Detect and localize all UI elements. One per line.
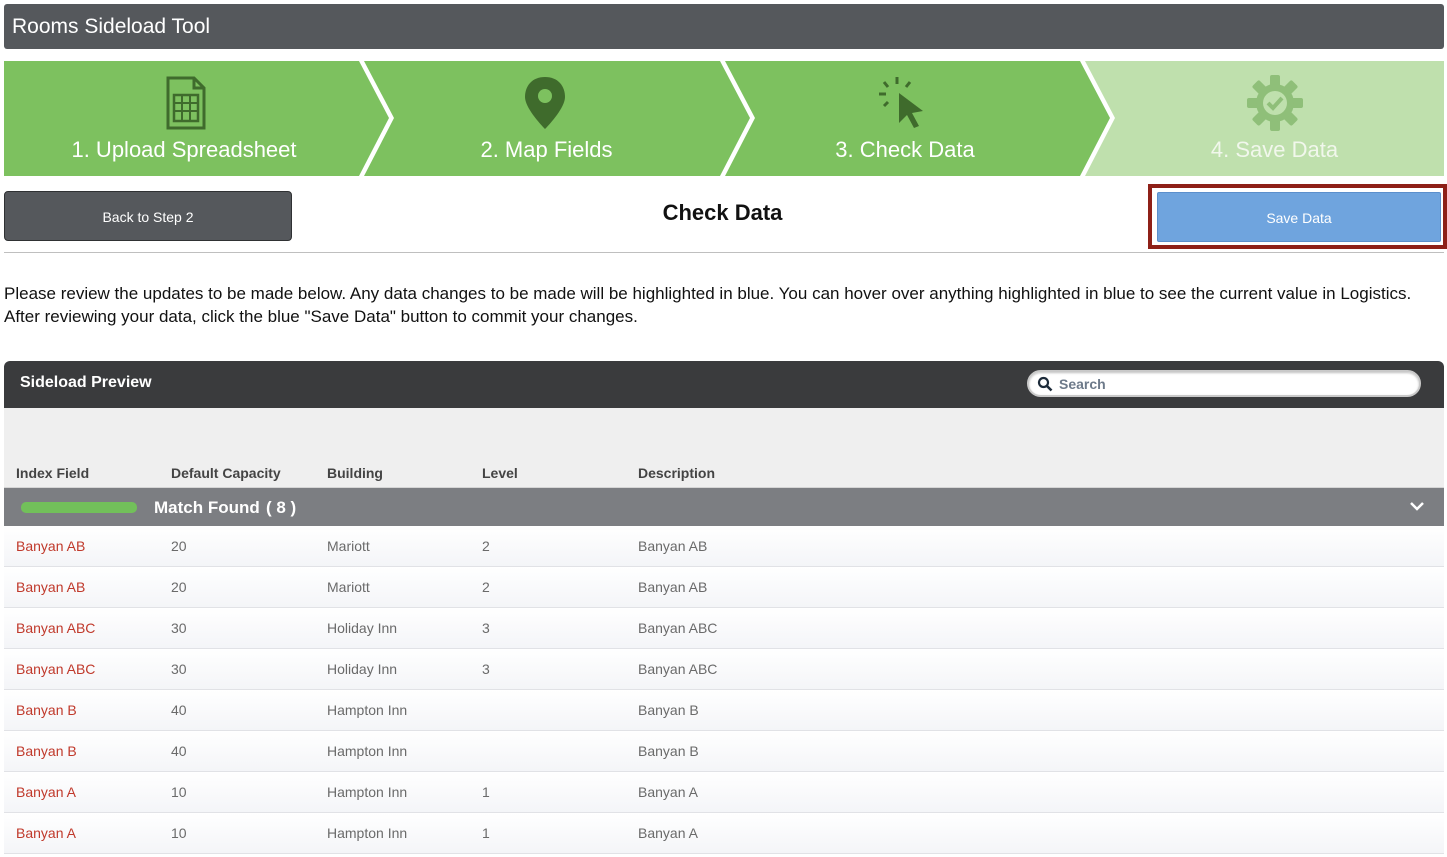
search-input[interactable] [1059, 374, 1409, 394]
step-label: 3. Check Data [835, 137, 975, 162]
cell-default-capacity: 20 [171, 579, 187, 595]
cell-default-capacity: 30 [171, 661, 187, 677]
cell-level: 3 [482, 661, 490, 677]
sideload-preview-grid: Sideload Preview Index Field Default Cap… [4, 361, 1444, 857]
cell-description: Banyan AB [638, 538, 708, 554]
app-title-bar: Rooms Sideload Tool [4, 4, 1444, 49]
cell-building: Mariott [327, 579, 370, 595]
step-map-fields[interactable]: 2. Map Fields [379, 61, 714, 176]
cell-building: Hampton Inn [327, 784, 408, 800]
cell-index-field: Banyan ABC [16, 620, 96, 636]
cell-building: Holiday Inn [327, 661, 398, 677]
table-row[interactable]: Banyan AB 20 Mariott 2 Banyan AB [4, 526, 1444, 567]
table-row[interactable]: Banyan A 10 Hampton Inn 1 Banyan A [4, 813, 1444, 854]
cell-level: 2 [482, 579, 490, 595]
grid-title: Sideload Preview [20, 374, 152, 391]
table-row[interactable]: Banyan AB 20 Mariott 2 Banyan AB [4, 567, 1444, 608]
group-count: ( 8 ) [266, 498, 297, 517]
cell-level: 1 [482, 784, 490, 800]
cell-description: Banyan ABC [638, 620, 718, 636]
cell-index-field: Banyan AB [16, 538, 86, 554]
cell-description: Banyan B [638, 702, 699, 718]
spreadsheet-icon [166, 76, 206, 130]
cell-description: Banyan B [638, 743, 699, 759]
cell-description: Banyan AB [638, 579, 708, 595]
chevron-down-icon[interactable] [1409, 500, 1425, 512]
cell-index-field: Banyan ABC [16, 661, 96, 677]
save-data-button[interactable]: Save Data [1157, 192, 1441, 242]
back-to-step-2-button[interactable]: Back to Step 2 [4, 191, 292, 241]
step-label: 2. Map Fields [480, 137, 613, 162]
table-row[interactable]: Banyan B 40 Hampton Inn Banyan B [4, 690, 1444, 731]
map-pin-icon [525, 77, 565, 129]
search-icon [1037, 376, 1053, 392]
gear-check-icon [1247, 75, 1303, 131]
cell-default-capacity: 10 [171, 784, 187, 800]
cell-building: Hampton Inn [327, 825, 408, 841]
wizard-steps: 1. Upload Spreadsheet 2. Map Fields 3. C… [4, 61, 1444, 176]
cell-index-field: Banyan A [16, 825, 76, 841]
cell-description: Banyan ABC [638, 661, 718, 677]
cell-default-capacity: 40 [171, 702, 187, 718]
column-header-level[interactable]: Level [482, 465, 518, 481]
cell-description: Banyan A [638, 825, 698, 841]
column-header-description[interactable]: Description [638, 465, 715, 481]
grid-header: Sideload Preview [4, 361, 1444, 408]
cell-building: Holiday Inn [327, 620, 398, 636]
cell-building: Mariott [327, 538, 370, 554]
table-row[interactable]: Banyan ABC 30 Holiday Inn 3 Banyan ABC [4, 608, 1444, 649]
column-header-building[interactable]: Building [327, 465, 383, 481]
instructions-text: Please review the updates to be made bel… [4, 284, 1412, 326]
cell-default-capacity: 20 [171, 538, 187, 554]
cell-default-capacity: 40 [171, 743, 187, 759]
column-header-row: Index Field Default Capacity Building Le… [4, 408, 1444, 488]
step-check-data[interactable]: 3. Check Data [740, 61, 1070, 176]
cell-index-field: Banyan B [16, 702, 77, 718]
step-save-data[interactable]: 4. Save Data [1105, 61, 1444, 176]
table-body: Banyan AB 20 Mariott 2 Banyan AB Banyan … [4, 526, 1444, 854]
group-label: Match Found [154, 498, 260, 517]
app-title: Rooms Sideload Tool [12, 15, 211, 38]
step-upload-spreadsheet[interactable]: 1. Upload Spreadsheet [4, 61, 364, 176]
cell-level: 2 [482, 538, 490, 554]
table-row[interactable]: Banyan B 40 Hampton Inn Banyan B [4, 731, 1444, 772]
page-title: Check Data [662, 200, 783, 225]
table-row[interactable]: Banyan A 10 Hampton Inn 1 Banyan A [4, 772, 1444, 813]
step-label: 1. Upload Spreadsheet [71, 137, 297, 162]
search-box[interactable] [1027, 370, 1421, 397]
save-button-highlight: Save Data [1148, 184, 1447, 249]
cell-level: 1 [482, 825, 490, 841]
match-status-bar [21, 502, 137, 513]
column-header-default-capacity[interactable]: Default Capacity [171, 465, 281, 481]
cell-level: 3 [482, 620, 490, 636]
column-header-index-field[interactable]: Index Field [16, 465, 89, 481]
cell-building: Hampton Inn [327, 743, 408, 759]
cell-description: Banyan A [638, 784, 698, 800]
divider [4, 252, 1444, 253]
cell-building: Hampton Inn [327, 702, 408, 718]
group-row-match-found[interactable]: Match Found ( 8 ) [4, 488, 1444, 526]
step-label: 4. Save Data [1210, 137, 1339, 162]
table-row[interactable]: Banyan ABC 30 Holiday Inn 3 Banyan ABC [4, 649, 1444, 690]
cell-default-capacity: 10 [171, 825, 187, 841]
cell-index-field: Banyan AB [16, 579, 86, 595]
cell-index-field: Banyan B [16, 743, 77, 759]
cell-index-field: Banyan A [16, 784, 76, 800]
cell-default-capacity: 30 [171, 620, 187, 636]
cursor-click-icon [879, 77, 923, 128]
